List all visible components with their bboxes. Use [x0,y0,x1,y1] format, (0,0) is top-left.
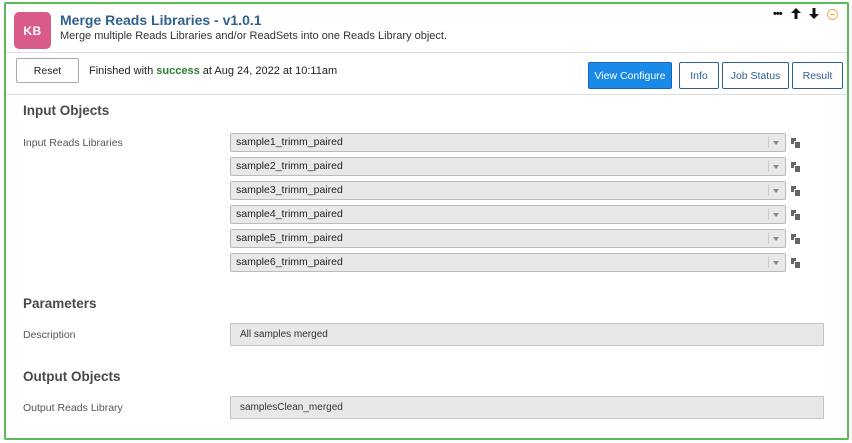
chevron-down-icon[interactable] [773,213,779,217]
copy-icon[interactable] [791,162,801,173]
description-label: Description [23,329,76,341]
input-select-4[interactable]: sample4_trimm_paired [230,205,786,224]
chevron-down-icon[interactable] [773,189,779,193]
view-configure-button[interactable]: View Configure [588,62,672,89]
copy-icon[interactable] [791,186,801,197]
chevron-down-icon[interactable] [773,165,779,169]
select-separator [768,161,769,172]
input-select-1[interactable]: sample1_trimm_paired [230,133,786,152]
arrow-down-icon[interactable] [809,8,819,22]
select-separator [768,137,769,148]
status-prefix: Finished with [89,65,154,77]
output-name-field[interactable]: samplesClean_merged [230,396,824,419]
toolbar: Reset Finished with success at Aug 24, 2… [6,52,847,95]
app-cell: KB Merge Reads Libraries - v1.0.1 Merge … [4,2,849,440]
job-status-button[interactable]: Job Status [722,62,789,89]
collapse-icon[interactable] [827,9,838,20]
input-select-value: sample5_trimm_paired [236,232,343,244]
chevron-down-icon[interactable] [773,237,779,241]
result-button[interactable]: Result [792,62,843,89]
input-select-value: sample2_trimm_paired [236,160,343,172]
input-select-value: sample6_trimm_paired [236,256,343,268]
input-select-value: sample1_trimm_paired [236,136,343,148]
app-title[interactable]: Merge Reads Libraries - v1.0.1 [60,12,262,28]
input-select-value: sample4_trimm_paired [236,208,343,220]
input-select-6[interactable]: sample6_trimm_paired [230,253,786,272]
status-word: success [156,65,200,77]
app-header: KB Merge Reads Libraries - v1.0.1 Merge … [6,4,847,52]
copy-icon[interactable] [791,210,801,221]
input-select-2[interactable]: sample2_trimm_paired [230,157,786,176]
output-reads-library-label: Output Reads Library [23,402,123,414]
select-separator [768,257,769,268]
more-dots-icon[interactable]: ••• [773,8,783,20]
input-reads-libraries-label: Input Reads Libraries [23,137,123,149]
job-status-text: Finished with success at Aug 24, 2022 at… [89,65,337,77]
copy-icon[interactable] [791,138,801,149]
input-select-value: sample3_trimm_paired [236,184,343,196]
app-subtitle: Merge multiple Reads Libraries and/or Re… [60,30,448,42]
select-separator [768,233,769,244]
copy-icon[interactable] [791,258,801,269]
description-field[interactable]: All samples merged [230,323,824,346]
input-select-3[interactable]: sample3_trimm_paired [230,181,786,200]
output-objects-heading: Output Objects [23,369,121,384]
parameters-heading: Parameters [23,296,97,311]
arrow-up-icon[interactable] [791,8,801,22]
select-separator [768,185,769,196]
chevron-down-icon[interactable] [773,261,779,265]
input-objects-heading: Input Objects [23,103,110,118]
select-separator [768,209,769,220]
copy-icon[interactable] [791,234,801,245]
info-button[interactable]: Info [679,62,719,89]
status-suffix: at Aug 24, 2022 at 10:11am [202,65,338,77]
chevron-down-icon[interactable] [773,141,779,145]
app-logo: KB [14,12,51,49]
input-select-5[interactable]: sample5_trimm_paired [230,229,786,248]
reset-button[interactable]: Reset [16,58,79,83]
